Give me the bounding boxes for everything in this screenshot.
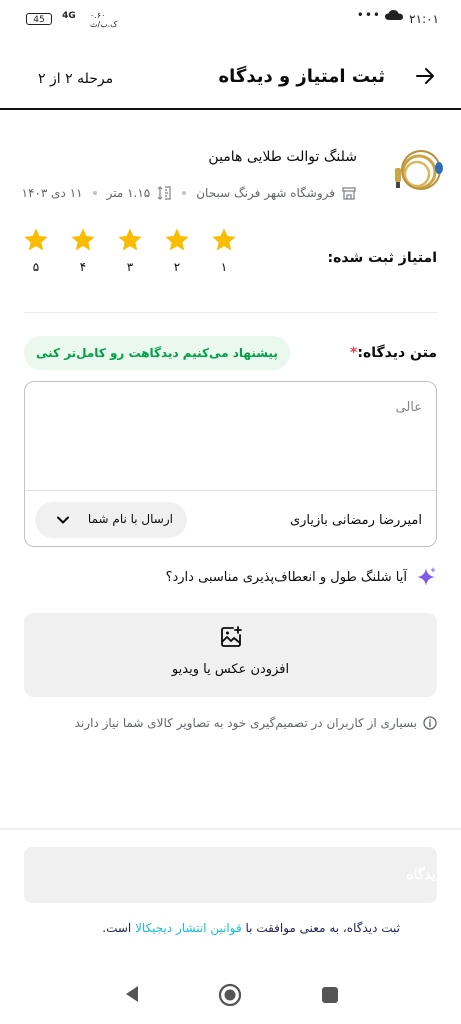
- network-speed-value: ۰.۶۰: [90, 11, 106, 20]
- hint-badge: پیشنهاد می‌کنیم دیدگاهت رو کامل‌تر کنی: [24, 336, 290, 370]
- send-as-dropdown[interactable]: ارسال با نام شما: [35, 502, 187, 538]
- star-icon: [24, 228, 48, 251]
- terms-suffix: است.: [102, 921, 136, 935]
- notification-dots: •••: [356, 8, 381, 22]
- page-title: ثبت امتیاز و دیدگاه: [218, 66, 385, 87]
- star-icon: [165, 228, 189, 251]
- meta-separator: [92, 191, 97, 195]
- add-image-icon: [220, 626, 242, 647]
- divider: [24, 312, 437, 313]
- battery-icon: 45: [26, 13, 52, 25]
- rating-star-label: ۴: [79, 260, 87, 274]
- send-as-label: ارسال با نام شما: [87, 512, 173, 526]
- add-media-button[interactable]: افزودن عکس یا ویدیو: [24, 613, 437, 697]
- back-arrow-icon[interactable]: [413, 64, 437, 88]
- divider: [0, 828, 461, 830]
- store-icon: [342, 187, 356, 200]
- review-date: ۱۱ دی ۱۴۰۳: [21, 186, 83, 200]
- rating-star-3[interactable]: ۳: [115, 226, 145, 274]
- product-question: آیا شلنگ طول و انعطاف‌پذیری مناسبی دارد؟: [166, 566, 437, 588]
- add-media-label: افزودن عکس یا ویدیو: [171, 662, 290, 677]
- product-meta: فروشگاه شهر فرنگ سبحان ۱.۱۵ متر ۱۱ دی ۱۴…: [22, 185, 357, 201]
- review-textarea[interactable]: عالی امیررضا رمضانی بازیاری ارسال با نام…: [24, 381, 437, 547]
- product-image: [395, 150, 443, 190]
- info-icon: [423, 716, 437, 730]
- author-name: امیررضا رمضانی بازیاری: [289, 513, 422, 528]
- star-icon: [118, 228, 142, 251]
- submit-label: ثبت دیدگاه: [406, 866, 461, 882]
- chevron-down-icon: [57, 516, 69, 524]
- status-bar: ۲۱:۰۱ ••• 45 4G ۰.۶۰ ک.ب/ث: [0, 0, 461, 42]
- nav-back-icon[interactable]: [122, 984, 142, 1004]
- rating-star-label: ۲: [173, 260, 181, 274]
- cloud-icon: [385, 10, 403, 20]
- nav-recent-apps-icon[interactable]: [321, 986, 339, 1004]
- product-name: شلنگ توالت طلایی هامین: [208, 149, 357, 165]
- terms-prefix: ثبت دیدگاه، به معنی موافقت با: [241, 921, 401, 935]
- network-indicator: 4G: [62, 11, 76, 21]
- divider: [25, 490, 436, 491]
- seller-name: فروشگاه شهر فرنگ سبحان: [196, 186, 335, 200]
- step-indicator: مرحله ۲ از ۲: [38, 71, 114, 87]
- rating-star-1[interactable]: ۱: [209, 226, 239, 274]
- review-label: متن دیدگاه:*: [350, 345, 437, 361]
- network-speed-unit: ک.ب/ث: [90, 20, 118, 29]
- meta-separator: [182, 191, 187, 195]
- star-icon: [212, 228, 236, 251]
- product-size: ۱.۱۵ متر: [106, 186, 151, 200]
- rating-star-4[interactable]: ۴: [68, 226, 98, 274]
- rating-star-label: ۳: [126, 260, 134, 274]
- question-text: آیا شلنگ طول و انعطاف‌پذیری مناسبی دارد؟: [165, 569, 407, 585]
- status-time: ۲۱:۰۱: [409, 12, 439, 26]
- media-info: بسیاری از کاربران در تصمیم‌گیری خود به ت…: [75, 716, 437, 730]
- sparkle-icon: [417, 567, 436, 586]
- terms-link[interactable]: قوانین انتشار دیجیکالا: [135, 921, 242, 935]
- terms-text: ثبت دیدگاه، به معنی موافقت با قوانین انت…: [102, 921, 400, 935]
- rating-star-5[interactable]: ۵: [21, 226, 51, 274]
- size-icon: [157, 186, 171, 200]
- review-text[interactable]: عالی: [395, 400, 422, 415]
- page-header: ثبت امتیاز و دیدگاه مرحله ۲ از ۲: [0, 52, 461, 110]
- network-speed: ۰.۶۰ ک.ب/ث: [90, 11, 117, 29]
- media-info-text: بسیاری از کاربران در تصمیم‌گیری خود به ت…: [74, 716, 417, 730]
- rating-label: امتیاز ثبت شده:: [327, 250, 437, 266]
- submit-review-button[interactable]: ثبت دیدگاه: [24, 847, 461, 903]
- review-label-text: متن دیدگاه:: [357, 345, 437, 361]
- nav-home-icon[interactable]: [218, 983, 242, 1007]
- rating-star-label: ۵: [32, 260, 40, 274]
- star-icon: [71, 228, 95, 251]
- rating-star-2[interactable]: ۲: [162, 226, 192, 274]
- rating-star-label: ۱: [220, 260, 228, 274]
